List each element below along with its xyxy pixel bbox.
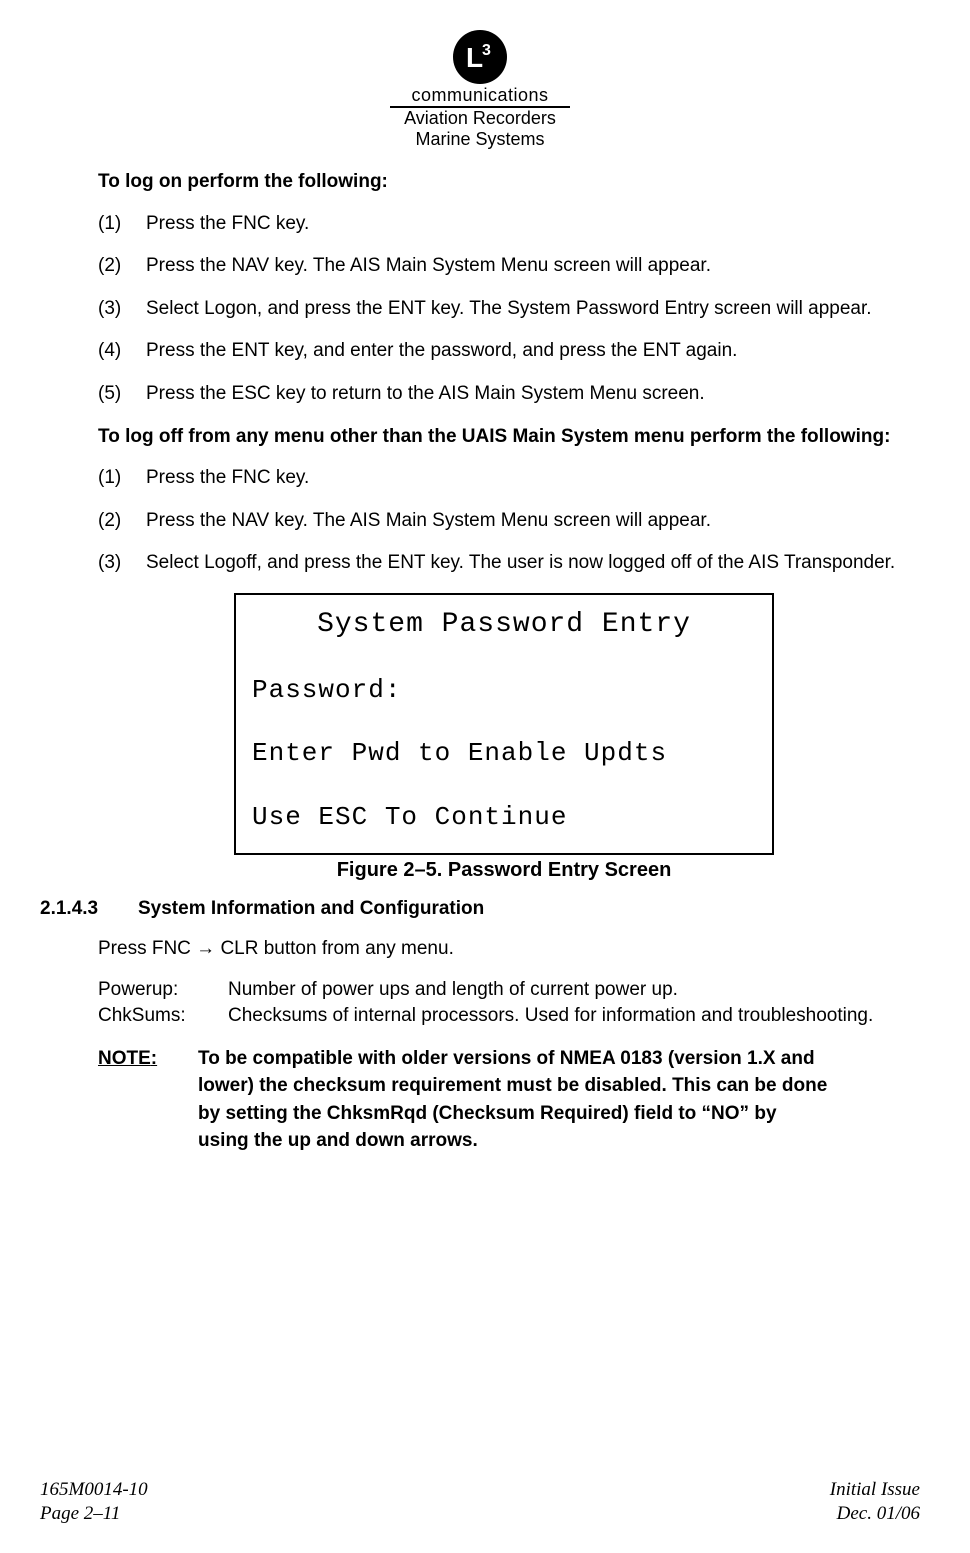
logoff-steps-list: (1)Press the FNC key. (2)Press the NAV k… <box>98 465 910 577</box>
def-value: Number of power ups and length of curren… <box>228 977 910 1003</box>
page-footer: 165M0014-10 Page 2–11 Initial Issue Dec.… <box>40 1478 920 1527</box>
issue-date: Dec. 01/06 <box>830 1502 920 1527</box>
page-header: L 3 communications Aviation Recorders Ma… <box>40 30 920 151</box>
section-number: 2.1.4.3 <box>40 898 138 920</box>
l3-logo-icon: L 3 <box>453 30 507 84</box>
list-item: (2)Press the NAV key. The AIS Main Syste… <box>98 253 910 280</box>
section-intro: Press FNC → CLR button from any menu. <box>98 936 910 962</box>
logo-group: L 3 communications Aviation Recorders Ma… <box>390 30 570 150</box>
def-label: ChkSums: <box>98 1003 228 1029</box>
aviation-recorders-label: Aviation Recorders <box>390 108 570 129</box>
marine-systems-label: Marine Systems <box>390 129 570 150</box>
doc-number: 165M0014-10 <box>40 1478 148 1503</box>
list-item: (1)Press the FNC key. <box>98 465 910 492</box>
communications-label: communications <box>390 85 570 106</box>
screen-title: System Password Entry <box>252 603 756 648</box>
section-header-row: 2.1.4.3 System Information and Configura… <box>40 898 910 920</box>
note-label: NOTE: <box>98 1045 198 1155</box>
logoff-heading: To log off from any menu other than the … <box>98 424 910 450</box>
page-number: Page 2–11 <box>40 1502 148 1527</box>
list-item: (3)Select Logon, and press the ENT key. … <box>98 296 910 323</box>
screen-line: Password: <box>252 670 756 712</box>
def-value: Checksums of internal processors. Used f… <box>228 1003 910 1029</box>
screen-line: Use ESC To Continue <box>252 797 756 839</box>
list-item: (4)Press the ENT key, and enter the pass… <box>98 338 910 365</box>
note-text: To be compatible with older versions of … <box>198 1045 830 1155</box>
password-entry-screen: System Password Entry Password: Enter Pw… <box>234 593 774 855</box>
def-label: Powerup: <box>98 977 228 1003</box>
def-row: Powerup: Number of power ups and length … <box>98 977 910 1003</box>
screen-line: Enter Pwd to Enable Updts <box>252 733 756 775</box>
svg-text:L: L <box>466 42 483 73</box>
def-row: ChkSums: Checksums of internal processor… <box>98 1003 910 1029</box>
logon-heading: To log on perform the following: <box>98 169 910 195</box>
page-root: L 3 communications Aviation Recorders Ma… <box>0 0 970 1553</box>
list-item: (2)Press the NAV key. The AIS Main Syste… <box>98 508 910 535</box>
figure-caption: Figure 2–5. Password Entry Screen <box>98 859 910 882</box>
logon-steps-list: (1)Press the FNC key. (2)Press the NAV k… <box>98 211 910 408</box>
note-block: NOTE: To be compatible with older versio… <box>98 1045 830 1155</box>
footer-right: Initial Issue Dec. 01/06 <box>830 1478 920 1527</box>
list-item: (5)Press the ESC key to return to the AI… <box>98 381 910 408</box>
list-item: (1)Press the FNC key. <box>98 211 910 238</box>
section-title: System Information and Configuration <box>138 898 484 920</box>
content-body: To log on perform the following: (1)Pres… <box>98 169 910 1155</box>
issue-label: Initial Issue <box>830 1478 920 1503</box>
footer-left: 165M0014-10 Page 2–11 <box>40 1478 148 1527</box>
list-item: (3)Select Logoff, and press the ENT key.… <box>98 550 910 577</box>
svg-text:3: 3 <box>482 42 491 59</box>
definition-table: Powerup: Number of power ups and length … <box>98 977 910 1028</box>
